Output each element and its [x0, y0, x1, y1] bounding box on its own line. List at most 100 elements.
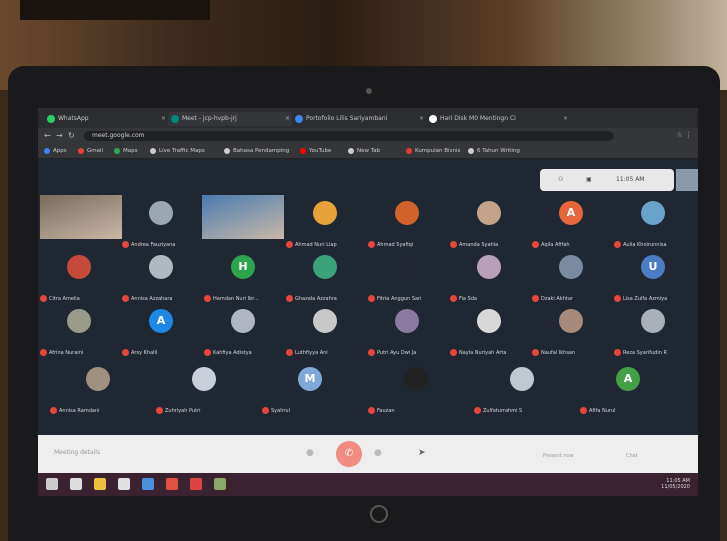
participant-tile[interactable]: Dzaki Akhtar	[530, 249, 612, 305]
hangup-button[interactable]: ✆	[336, 441, 362, 467]
participant-tile[interactable]: Ahmad Syafiqi	[366, 195, 448, 251]
bookmark-item[interactable]: Gmail	[78, 145, 103, 157]
participant-tile[interactable]: A Afifa Nurul	[578, 361, 678, 417]
participant-tile[interactable]: Andrea Fauziyana	[120, 195, 202, 251]
participant-name: Nayla Nuriyah Arta	[450, 349, 528, 357]
participant-tile[interactable]	[40, 195, 122, 251]
mic-muted-icon	[368, 349, 375, 356]
participant-tile[interactable]: Kahfiya Adistya	[202, 303, 284, 359]
participant-tile[interactable]: Amanda Syahla	[448, 195, 530, 251]
participant-tile[interactable]: Ahmad Nuri Liap	[284, 195, 366, 251]
participant-avatar	[559, 309, 583, 333]
tab-label: Portofolio Lilis Sariyambani	[306, 115, 388, 122]
chat-icon[interactable]: ▣	[586, 176, 592, 183]
bookmark-item[interactable]: Bahasa Pendamping	[224, 145, 289, 157]
mic-icon[interactable]: ●	[306, 448, 314, 458]
taskbar-app-icon[interactable]	[142, 478, 154, 490]
mic-muted-icon	[614, 241, 621, 248]
participant-avatar	[404, 367, 428, 391]
participant-tile[interactable]: Naufal Ikhsan	[530, 303, 612, 359]
close-icon[interactable]: ×	[563, 112, 568, 126]
participant-tile[interactable]: Annisa Ramdani	[48, 361, 148, 417]
participant-name-label: Annisa Ramdani	[59, 408, 100, 414]
laptop-screen: WhatsApp × Meet - jcp-hvpb-jrj × Portofolio …	[38, 108, 698, 496]
participant-tile[interactable]: A Arsy Khalil	[120, 303, 202, 359]
mic-muted-icon	[40, 295, 47, 302]
participant-avatar: A	[616, 367, 640, 391]
taskbar-app-icon[interactable]	[214, 478, 226, 490]
bookmark-item[interactable]: Apps	[44, 145, 67, 157]
bookmark-label: New Tab	[357, 148, 381, 154]
present-button[interactable]: Present now	[543, 453, 574, 459]
participant-name: Afifa Nurul	[580, 407, 676, 415]
participant-tile[interactable]	[202, 195, 284, 251]
browser-menu-icon[interactable]: ☆ ⋮	[676, 131, 692, 139]
participant-tile[interactable]: Nayla Nuriyah Arta	[448, 303, 530, 359]
meeting-details-link[interactable]: Meeting details	[54, 449, 100, 456]
participant-tile[interactable]: Fia Sda	[448, 249, 530, 305]
participant-name-label: Annisa Azzahara	[131, 296, 173, 302]
participant-tile[interactable]: Aulia Khoirunnisa	[612, 195, 694, 251]
participant-tile[interactable]: Zulfaturrahmi S	[472, 361, 572, 417]
participant-tile[interactable]: Luthfiyya Ani	[284, 303, 366, 359]
participant-tile[interactable]: Reza Syarifudin R	[612, 303, 694, 359]
participant-tile[interactable]: U Lisa Zulfa Azmiya	[612, 249, 694, 305]
participant-name: Annisa Ramdani	[50, 407, 146, 415]
bookmark-item[interactable]: 6 Tahun Writing	[468, 145, 520, 157]
taskbar-app-icon[interactable]	[70, 478, 82, 490]
camera-icon[interactable]: ●	[374, 448, 382, 458]
participant-tile[interactable]: Citra Amelia	[38, 249, 120, 305]
participant-tile[interactable]: M Syahrul	[260, 361, 360, 417]
system-tray[interactable]: 11:05 AM 11/05/2020	[661, 478, 690, 490]
participant-avatar	[231, 309, 255, 333]
taskbar-app-icon[interactable]	[94, 478, 106, 490]
bookmark-item[interactable]: Kumpulan Bisnis	[406, 145, 460, 157]
mic-muted-icon	[450, 295, 457, 302]
taskbar-app-icon[interactable]	[118, 478, 130, 490]
participant-avatar: A	[559, 201, 583, 225]
tab-label: WhatsApp	[58, 115, 89, 122]
reload-icon[interactable]: ↻	[68, 130, 75, 142]
participant-name: Reza Syarifudin R	[614, 349, 692, 357]
address-bar[interactable]: meet.google.com	[84, 131, 614, 141]
bookmark-favicon-icon	[468, 148, 474, 154]
close-icon[interactable]: ×	[285, 112, 290, 126]
chat-button[interactable]: Chat	[626, 453, 638, 459]
tab-favicon-icon	[295, 115, 303, 123]
bookmark-item[interactable]: Live Traffic Maps	[150, 145, 205, 157]
participant-avatar	[313, 201, 337, 225]
participant-name: Dzaki Akhtar	[532, 295, 610, 303]
participant-tile[interactable]: H Hamdan Nuri Ibr...	[202, 249, 284, 305]
participant-name-label: Lisa Zulfa Azmiya	[623, 296, 668, 302]
participant-tile[interactable]: Ghazala Azzahra	[284, 249, 366, 305]
bookmark-item[interactable]: New Tab	[348, 145, 380, 157]
people-icon[interactable]: ⚇	[558, 176, 563, 183]
taskbar-app-icon[interactable]	[190, 478, 202, 490]
back-icon[interactable]: ←	[44, 130, 51, 142]
participant-avatar	[149, 255, 173, 279]
browser-tab[interactable]: WhatsApp ×	[44, 112, 168, 126]
participant-tile[interactable]: Zuhriyah Putri	[154, 361, 254, 417]
browser-tab[interactable]: Portofolio Lilis Sariyambani ×	[292, 112, 426, 126]
close-icon[interactable]: ×	[161, 112, 166, 126]
participant-tile[interactable]: A Aqila Afifah	[530, 195, 612, 251]
participant-name: Fauzan	[368, 407, 464, 415]
participant-name: Ghazala Azzahra	[286, 295, 364, 303]
browser-tab[interactable]: Hari Disk M0 Mentingn Ci ×	[426, 112, 570, 126]
participant-tile[interactable]: Fauzan	[366, 361, 466, 417]
participant-name-label: Ahmad Nuri Liap	[295, 242, 337, 248]
participant-tile[interactable]: Annisa Azzahara	[120, 249, 202, 305]
participant-tile[interactable]: Putri Ayu Dwi Ja	[366, 303, 448, 359]
bookmark-item[interactable]: YouTube	[300, 145, 331, 157]
forward-icon[interactable]: →	[56, 130, 63, 142]
browser-tab[interactable]: Meet - jcp-hvpb-jrj ×	[168, 112, 292, 126]
participant-tile[interactable]: Fitria Anggun Sari	[366, 249, 448, 305]
participant-avatar: U	[641, 255, 665, 279]
participant-tile[interactable]: Afrina Nuraini	[38, 303, 120, 359]
participant-name-label: Syahrul	[271, 408, 290, 414]
taskbar-app-icon[interactable]	[46, 478, 58, 490]
participant-avatar	[477, 201, 501, 225]
taskbar-app-icon[interactable]	[166, 478, 178, 490]
close-icon[interactable]: ×	[419, 112, 424, 126]
bookmark-item[interactable]: Maps	[114, 145, 137, 157]
